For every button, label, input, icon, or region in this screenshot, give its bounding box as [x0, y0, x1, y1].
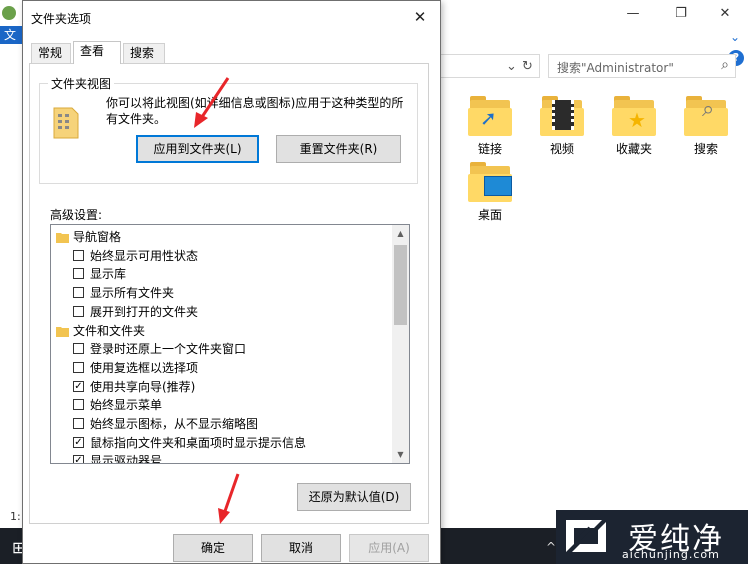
tab-search[interactable]: 搜索 — [123, 43, 165, 63]
settings-group-label: 文件和文件夹 — [73, 323, 146, 338]
checkbox-label: 显示库 — [90, 267, 127, 282]
tab-view[interactable]: 查看 — [73, 41, 121, 64]
address-dropdown-icon[interactable]: ⌄ — [506, 59, 517, 74]
view-tab-panel: 文件夹视图 你可以将此视图(如详细信息或图标)应用于这种类型的所有文件夹。 应用… — [29, 63, 429, 524]
ok-button[interactable]: 确定 — [173, 534, 253, 562]
folder-label: 链接 — [477, 142, 502, 156]
checkbox[interactable]: ✓ — [73, 455, 84, 463]
reset-folders-button[interactable]: 重置文件夹(R) — [276, 135, 401, 163]
checkbox[interactable] — [73, 287, 84, 299]
apply-to-folders-button[interactable]: 应用到文件夹(L) — [136, 135, 259, 163]
checkbox-label: 使用复选框以选择项 — [90, 360, 199, 375]
watermark: 爱纯净 aichunjing.com — [556, 510, 748, 564]
user-avatar-icon — [2, 6, 16, 20]
watermark-logo — [566, 520, 606, 552]
watermark-url: aichunjing.com — [622, 548, 720, 561]
link-folder-icon: ➚ — [468, 96, 512, 136]
tray-expand-icon[interactable]: ^ — [546, 540, 556, 554]
settings-group-label: 导航窗格 — [73, 230, 122, 244]
folder-label: 视频 — [549, 142, 574, 156]
nav-pane-icon — [56, 230, 69, 243]
favorites-folder-icon: ★ — [612, 96, 656, 136]
checkbox-label: 始终显示菜单 — [90, 398, 163, 413]
folder-searches[interactable]: ⌕ 搜索 — [676, 96, 736, 157]
search-icon[interactable]: ⌕ — [721, 57, 729, 73]
scroll-thumb[interactable] — [394, 245, 407, 325]
advanced-settings-list[interactable]: 导航窗格始终显示可用性状态 显示库显示所有文件夹展开到打开的文件夹文件和文件夹登录… — [50, 224, 410, 464]
address-bar[interactable]: ⌄ ↻ — [440, 54, 540, 78]
folder-videos[interactable]: 视频 — [532, 96, 592, 157]
folder-view-icon — [53, 107, 79, 139]
ribbon-file-tab[interactable]: 文 — [0, 26, 22, 44]
search-box[interactable]: 搜索"Administrator" ⌕ — [548, 54, 736, 78]
restore-defaults-button[interactable]: 还原为默认值(D) — [297, 483, 411, 511]
cancel-button[interactable]: 取消 — [261, 534, 341, 562]
checkbox-label: 显示驱动器号 — [90, 454, 163, 464]
checkbox-label: 展开到打开的文件夹 — [90, 304, 199, 319]
checkbox[interactable]: ✓ — [73, 380, 84, 392]
close-icon[interactable]: ✕ — [408, 5, 432, 29]
search-placeholder: 搜索"Administrator" — [557, 61, 674, 75]
checkbox[interactable] — [73, 268, 84, 280]
checkbox-label: 始终显示图标，从不显示缩略图 — [90, 417, 259, 431]
checkbox-label: 使用共享向导(推荐) — [90, 379, 196, 394]
ribbon-expand-icon[interactable]: ⌄ — [730, 30, 740, 44]
checkbox[interactable] — [73, 249, 84, 261]
checkbox-label: 始终显示可用性状态 — [90, 248, 199, 263]
folder-desktop[interactable]: 桌面 — [460, 162, 520, 223]
refresh-icon[interactable]: ↻ — [522, 59, 533, 74]
checkbox[interactable] — [73, 418, 84, 429]
apply-button[interactable]: 应用(A) — [349, 534, 429, 562]
video-folder-icon — [540, 96, 584, 136]
checkbox[interactable] — [73, 399, 84, 411]
folder-views-description: 你可以将此视图(如详细信息或图标)应用于这种类型的所有文件夹。 — [106, 96, 404, 126]
annotation-arrow-icon — [218, 473, 240, 524]
folder-icon — [56, 324, 69, 337]
tab-general[interactable]: 常规 — [31, 43, 71, 63]
dialog-title: 文件夹选项 — [31, 12, 92, 26]
window-close-button[interactable]: ✕ — [702, 4, 748, 24]
folder-label: 搜索 — [693, 142, 718, 156]
advanced-settings-label: 高级设置: — [50, 208, 103, 222]
folder-label: 收藏夹 — [615, 142, 652, 156]
search-folder-icon: ⌕ — [684, 96, 728, 136]
checkbox-label: 登录时还原上一个文件夹窗口 — [90, 342, 247, 357]
checkbox-label: 显示所有文件夹 — [90, 286, 175, 301]
folder-favorites[interactable]: ★ 收藏夹 — [604, 96, 664, 157]
checkbox[interactable]: ✓ — [73, 436, 84, 448]
item-count: 1: — [10, 510, 21, 523]
checkbox-label: 鼠标指向文件夹和桌面项时显示提示信息 — [90, 435, 307, 450]
minimize-button[interactable]: — — [610, 4, 656, 24]
desktop-folder-icon — [468, 162, 512, 202]
scroll-down-icon[interactable]: ▼ — [392, 446, 409, 463]
maximize-button[interactable]: ❐ — [658, 4, 704, 24]
checkbox[interactable] — [73, 361, 84, 373]
checkbox[interactable] — [73, 305, 84, 317]
folder-label: 桌面 — [477, 208, 502, 222]
annotation-arrow-icon — [194, 77, 230, 128]
checkbox[interactable] — [73, 343, 84, 355]
vertical-scrollbar[interactable]: ▲ ▼ — [392, 225, 409, 463]
folder-views-legend: 文件夹视图 — [48, 75, 115, 92]
folder-links[interactable]: ➚ 链接 — [460, 96, 520, 157]
scroll-up-icon[interactable]: ▲ — [392, 225, 409, 242]
